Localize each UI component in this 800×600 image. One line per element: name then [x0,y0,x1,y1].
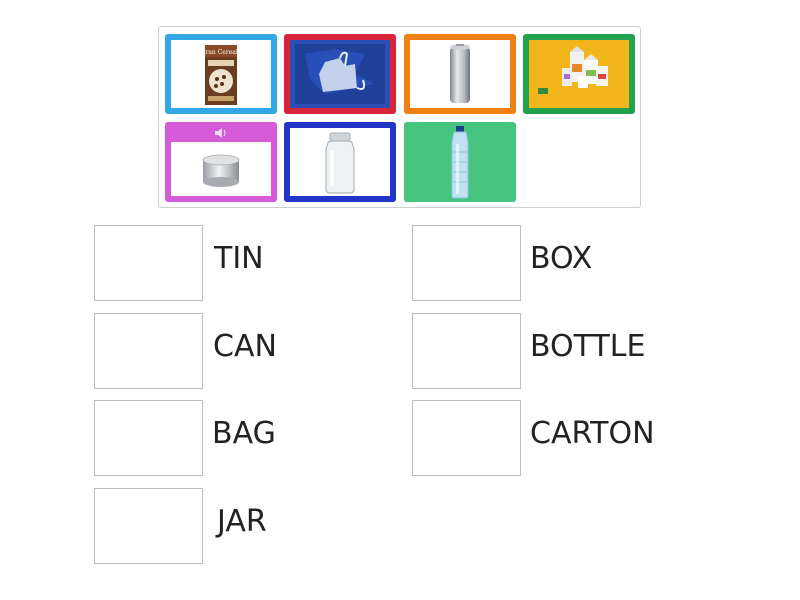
target-label-can: CAN [213,329,277,364]
drop-slot-jar[interactable] [94,488,203,564]
cereal-box-card[interactable]: Gran Cereale [165,34,277,114]
drop-slot-box[interactable] [412,225,521,301]
plastic-bag-card[interactable] [284,34,396,114]
target-label-jar: JAR [217,504,267,539]
tin-card[interactable] [165,122,277,202]
plastic-bag-icon [295,44,385,104]
drop-slot-carton[interactable] [412,400,521,476]
svg-text:Gran Cereale: Gran Cereale [201,49,242,56]
cartons-icon [534,46,624,102]
target-label-carton: CARTON [530,416,655,451]
drop-slot-tin[interactable] [94,225,203,301]
drop-slot-can[interactable] [94,313,203,389]
cartons-card[interactable] [523,34,635,114]
target-label-tin: TIN [214,241,264,276]
water-bottle-card[interactable] [404,122,516,202]
tin-icon [202,154,240,187]
drop-slot-bag[interactable] [94,400,203,476]
drink-can-icon [450,44,470,103]
drop-slot-bottle[interactable] [412,313,521,389]
speaker-icon[interactable] [213,126,229,140]
cereal-box-icon: Gran Cereale [201,45,242,105]
jar-icon [325,132,355,194]
target-label-bag: BAG [212,416,276,451]
drink-can-card[interactable] [404,34,516,114]
target-label-box: BOX [530,241,593,276]
glass-jar-card[interactable] [284,122,396,202]
bottle-icon [451,126,469,199]
target-label-bottle: BOTTLE [530,329,646,364]
